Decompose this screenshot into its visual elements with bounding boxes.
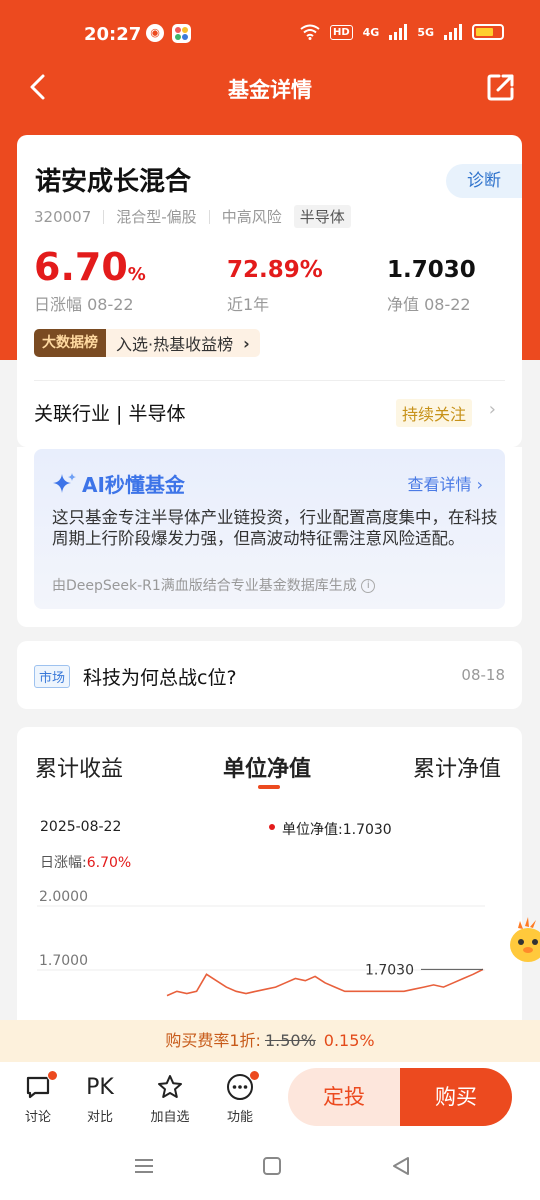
ai-source-note: 由DeepSeek-R1满血版结合专业基金数据库生成 i	[52, 575, 376, 595]
discuss-button[interactable]: 讨论	[18, 1070, 58, 1125]
ai-summary-text: 这只基金专注半导体产业链投资，行业配置高度集中，在科技周期上行阶段爆发力强，但高…	[52, 508, 498, 548]
sector-tag[interactable]: 半导体	[293, 205, 351, 228]
year-return-label: 近1年	[227, 295, 270, 314]
status-bar: 20:27 ◉ HD 4G 5G	[0, 0, 540, 66]
back-nav-icon[interactable]	[390, 1156, 412, 1176]
chart-daily-change: 日涨幅:6.70%	[40, 855, 132, 871]
daily-change-value: 6.70%	[34, 245, 146, 289]
pk-icon: PK	[86, 1074, 114, 1100]
sparkle-icon	[53, 473, 76, 493]
functions-button[interactable]: 功能	[220, 1070, 260, 1125]
chart-card: 累计收益 单位净值 累计净值 2025-08-22 单位净值:1.7030 日涨…	[17, 727, 522, 1027]
daily-change-label: 日涨幅 08-22	[34, 295, 134, 314]
bottom-action-bar: 讨论 PK 对比 加自选 功能 定投 购买	[0, 1062, 540, 1136]
page-title: 基金详情	[228, 78, 312, 102]
ranking-banner[interactable]: 大数据榜 入选·热基收益榜 ›	[34, 329, 260, 357]
meta-divider	[208, 209, 210, 224]
status-time: 20:27	[84, 24, 142, 45]
hd-icon: HD	[329, 24, 353, 40]
fund-risk: 中高风险	[221, 208, 282, 226]
network-4g-label: 4G	[362, 25, 380, 39]
nav-value: 1.7030	[387, 257, 476, 283]
notification-icon: ◉	[146, 24, 164, 42]
chevron-right-icon: ›	[243, 333, 250, 353]
news-tag: 市场	[34, 665, 71, 688]
fee-discount-bar: 购买费率1折: 1.50% 0.15%	[0, 1020, 540, 1062]
mascot-icon[interactable]	[508, 915, 540, 965]
sip-button[interactable]: 定投	[288, 1068, 400, 1126]
nav-label: 净值 08-22	[387, 295, 471, 314]
related-industry-label[interactable]: 关联行业 | 半导体	[34, 399, 185, 426]
signal-icon	[389, 24, 408, 40]
ai-summary-card: AI秒懂基金 查看详情 › 这只基金专注半导体产业链投资，行业配置高度集中，在科…	[17, 447, 522, 627]
chevron-right-icon[interactable]: ›	[489, 399, 496, 420]
ai-title: AI秒懂基金	[82, 473, 185, 497]
divider	[34, 380, 505, 381]
wifi-icon	[300, 24, 320, 40]
menu-icon[interactable]	[132, 1156, 156, 1176]
news-title: 科技为何总战c位?	[83, 667, 237, 689]
y-tick-label: 1.7000	[39, 953, 88, 969]
fund-summary-card: 诺安成长混合 诊断 320007 混合型-偏股 中高风险 半导体 6.70% 日…	[17, 135, 522, 447]
signal-icon-2	[444, 24, 462, 40]
news-card[interactable]: 市场 科技为何总战c位? 08-18	[17, 641, 522, 709]
star-icon	[158, 1075, 182, 1098]
fee-current: 0.15%	[323, 1031, 375, 1050]
view-details-link[interactable]: 查看详情 ›	[408, 471, 484, 495]
ranking-text: 入选·热基收益榜	[116, 335, 234, 354]
last-value-label: 1.7030	[365, 962, 414, 978]
tab-cumulative-return[interactable]: 累计收益	[35, 751, 123, 783]
follow-button[interactable]: 持续关注	[395, 399, 472, 427]
notification-dot	[47, 1070, 58, 1081]
compare-button[interactable]: PK 对比	[80, 1072, 120, 1126]
fee-prefix: 购买费率1折:	[165, 1031, 261, 1050]
y-tick-label: 2.0000	[39, 889, 88, 905]
tab-cumulative-nav[interactable]: 累计净值	[413, 751, 501, 783]
news-date: 08-18	[461, 666, 505, 684]
nav-series-line	[166, 968, 484, 997]
fund-name: 诺安成长混合	[35, 167, 192, 197]
chart-date: 2025-08-22	[40, 819, 122, 835]
fund-type: 混合型-偏股	[116, 208, 197, 226]
info-icon[interactable]: i	[361, 579, 376, 593]
chart-legend: 单位净值:1.7030	[282, 822, 392, 838]
fee-original: 1.50%	[264, 1031, 316, 1050]
year-return-value: 72.89%	[227, 257, 323, 283]
meta-divider	[103, 209, 105, 224]
fund-meta: 320007 混合型-偏股 中高风险 半导体	[34, 205, 351, 228]
legend-dot	[269, 824, 275, 830]
fund-code: 320007	[34, 207, 92, 226]
active-tab-indicator	[258, 785, 280, 789]
battery-icon	[472, 24, 504, 40]
big-data-badge: 大数据榜	[34, 329, 106, 357]
diagnose-button[interactable]: 诊断	[446, 164, 522, 198]
app-notification-icon	[172, 24, 191, 43]
nav-line-chart[interactable]: 2.0000 1.7000 1.7030	[17, 887, 522, 1027]
system-nav-bar	[0, 1136, 540, 1200]
add-watchlist-button[interactable]: 加自选	[150, 1072, 190, 1125]
home-icon[interactable]	[262, 1156, 282, 1176]
tab-unit-nav[interactable]: 单位净值	[223, 751, 311, 783]
network-5g-label: 5G	[417, 25, 434, 39]
notification-dot	[249, 1070, 260, 1081]
ai-summary-box[interactable]: AI秒懂基金 查看详情 › 这只基金专注半导体产业链投资，行业配置高度集中，在科…	[34, 449, 505, 609]
share-icon[interactable]	[486, 72, 516, 102]
buy-button[interactable]: 购买	[400, 1068, 512, 1126]
